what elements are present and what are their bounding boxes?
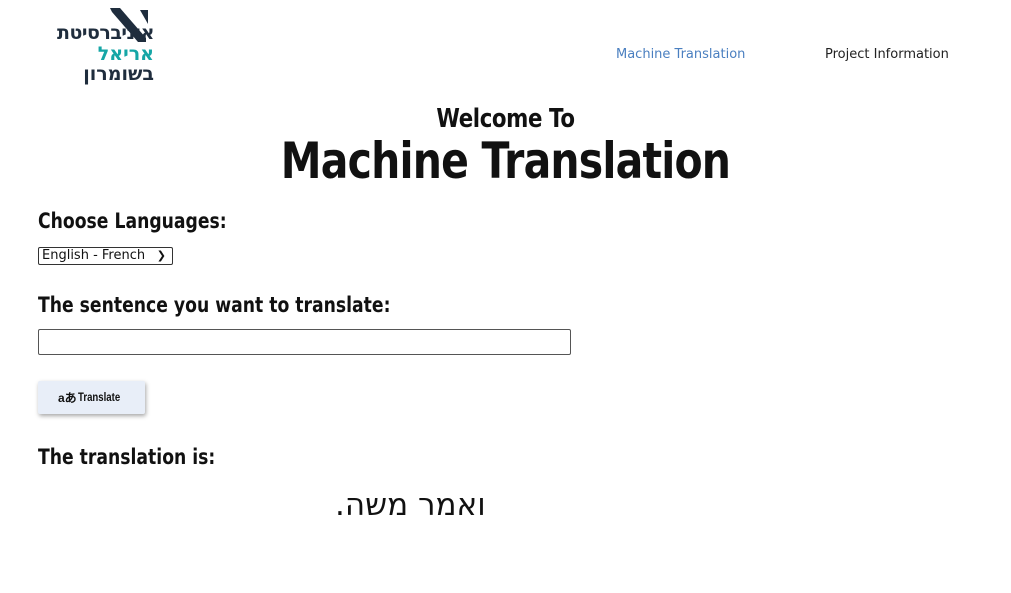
translation-result-text: ואמר משה. — [335, 487, 486, 523]
translate-button-label: Translate — [78, 390, 121, 404]
nav-machine-translation[interactable]: Machine Translation — [616, 47, 745, 62]
logo-text-line1: אוניברסיטת — [57, 22, 154, 44]
language-select[interactable]: English - French ❯ — [38, 247, 173, 265]
chevron-down-icon: ❯ — [156, 249, 166, 262]
university-logo[interactable]: אוניברסיטת אריאל בשומרון — [14, 8, 155, 85]
logo-text-line2: אריאל — [97, 43, 154, 65]
page-title: Machine Translation — [280, 132, 731, 190]
translate-icon: aあ — [58, 391, 77, 405]
logo-text-line3: בשומרון — [83, 63, 154, 85]
welcome-subtitle: Welcome To — [436, 104, 575, 134]
nav-project-information[interactable]: Project Information — [825, 47, 949, 62]
language-select-value: English - French — [42, 248, 146, 263]
sentence-input[interactable] — [38, 329, 571, 355]
translation-result-label: The translation is: — [38, 445, 216, 469]
choose-languages-label: Choose Languages: — [38, 209, 227, 233]
translate-button[interactable]: aあ Translate — [38, 381, 145, 414]
sentence-label: The sentence you want to translate: — [38, 293, 391, 317]
